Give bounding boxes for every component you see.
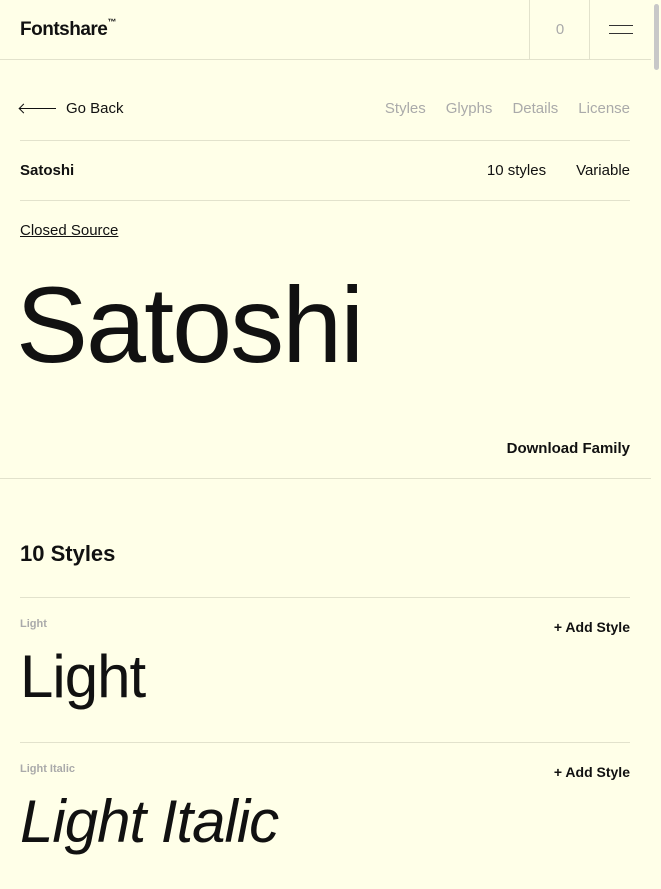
sub-navigation: Go Back Styles Glyphs Details License [20,81,630,141]
go-back-label: Go Back [66,100,124,117]
font-name: Satoshi [20,162,75,179]
scrollbar-thumb[interactable] [654,4,659,70]
styles-heading: 10 Styles [20,541,116,566]
section-tabs: Styles Glyphs Details License [385,100,630,117]
download-family-button[interactable]: Download Family [507,440,630,457]
add-style-button[interactable]: + Add Style [554,619,630,635]
style-label: Light [20,618,47,630]
scrollbar[interactable] [651,0,661,889]
hamburger-menu-icon [609,25,633,34]
menu-button[interactable] [589,0,652,59]
style-sample: Light Italic [20,788,279,855]
style-item-light-italic: Light Italic + Add Style Light Italic [20,742,630,888]
style-label: Light Italic [20,763,75,775]
hero-font-sample: Satoshi [16,264,364,385]
trademark-symbol: ™ [107,16,116,27]
logo-text: Fontshare [20,19,108,40]
style-item-light: Light + Add Style Light [20,597,630,743]
go-back-link[interactable]: Go Back [20,100,124,117]
styles-count: 10 styles [486,162,547,179]
license-link[interactable]: Closed Source [20,222,118,239]
tab-glyphs[interactable]: Glyphs [446,100,493,117]
style-sample: Light [20,643,146,710]
tab-styles[interactable]: Styles [385,100,426,117]
font-info-bar: Satoshi 10 styles Variable [20,141,630,201]
add-style-button[interactable]: + Add Style [554,764,630,780]
cart-count: 0 [555,21,565,38]
section-divider [0,478,651,479]
cart-button[interactable]: 0 [529,0,590,59]
top-header: Fontshare™ 0 [0,0,651,60]
fontshare-logo[interactable]: Fontshare™ [20,16,116,41]
tab-license[interactable]: License [578,100,630,117]
variable-label: Variable [576,162,630,179]
arrow-left-icon [20,108,56,109]
tab-details[interactable]: Details [512,100,558,117]
